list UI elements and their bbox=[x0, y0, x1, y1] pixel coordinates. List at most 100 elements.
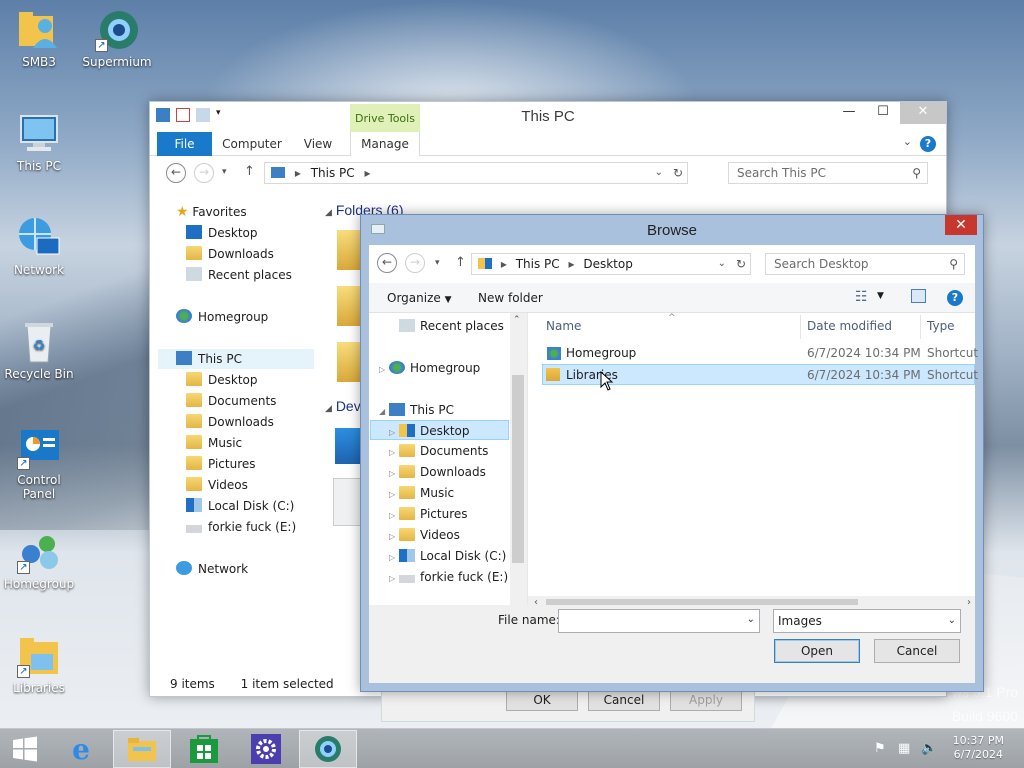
taskbar-supermium[interactable] bbox=[299, 730, 357, 768]
tree-desktop[interactable]: ▷ Desktop bbox=[370, 420, 509, 440]
group-devices[interactable]: ◢ Dev bbox=[325, 398, 361, 414]
desktop-icon-libraries[interactable]: ↗ Libraries bbox=[1, 634, 77, 695]
tab-manage[interactable]: Manage bbox=[350, 132, 420, 156]
cancel-button[interactable]: Cancel bbox=[874, 639, 960, 663]
forward-button[interactable]: → bbox=[405, 253, 425, 273]
tree-this-pc[interactable]: ◢ This PC bbox=[379, 400, 454, 420]
tab-file[interactable]: File bbox=[157, 132, 212, 156]
nav-fav-recent[interactable]: Recent places bbox=[186, 265, 292, 285]
ok-button[interactable]: OK bbox=[506, 689, 578, 711]
search-input[interactable]: Search Desktop ⚲ bbox=[765, 253, 965, 275]
help-icon[interactable]: ? bbox=[947, 290, 963, 306]
tree-documents[interactable]: ▷ Documents bbox=[389, 441, 488, 461]
maximize-button[interactable]: ☐ bbox=[866, 102, 900, 124]
close-button[interactable]: ✕ bbox=[900, 102, 946, 124]
close-button[interactable]: ✕ bbox=[945, 215, 977, 235]
breadcrumb-this-pc[interactable]: This PC bbox=[516, 257, 560, 271]
column-type[interactable]: Type bbox=[927, 319, 955, 333]
nav-network[interactable]: Network bbox=[176, 559, 248, 579]
up-button[interactable]: ↑ bbox=[455, 255, 466, 270]
file-row-homegroup[interactable]: Homegroup 6/7/2024 10:34 PM Shortcut bbox=[544, 343, 978, 364]
nav-pc-local-disk[interactable]: Local Disk (C:) bbox=[186, 496, 294, 516]
column-name[interactable]: Name bbox=[546, 319, 581, 333]
tab-computer[interactable]: Computer bbox=[218, 132, 286, 156]
tree-music[interactable]: ▷ Music bbox=[389, 483, 454, 503]
nav-homegroup[interactable]: Homegroup bbox=[176, 307, 268, 327]
nav-this-pc[interactable]: This PC bbox=[158, 349, 314, 369]
windows-drive-tile[interactable] bbox=[335, 428, 363, 464]
desktop-icon-smb3[interactable]: SMB3 bbox=[1, 8, 77, 69]
desktop-icon-network[interactable]: Network bbox=[1, 216, 77, 277]
scroll-thumb[interactable] bbox=[512, 375, 524, 563]
refresh-icon[interactable]: ↻ bbox=[673, 163, 683, 183]
apply-button[interactable]: Apply bbox=[670, 689, 742, 711]
network-tray-icon[interactable]: ▦ bbox=[898, 741, 910, 756]
desktop-icon-homegroup[interactable]: ↗ Homegroup bbox=[1, 530, 77, 591]
tree-recent-places[interactable]: Recent places bbox=[399, 316, 504, 336]
tree-videos[interactable]: ▷ Videos bbox=[389, 525, 460, 545]
minimize-button[interactable]: — bbox=[832, 102, 866, 124]
browse-titlebar[interactable]: Browse ✕ bbox=[361, 215, 983, 245]
search-input[interactable]: Search This PC ⚲ bbox=[728, 162, 928, 184]
column-date-modified[interactable]: Date modified bbox=[807, 319, 892, 333]
volume-muted-icon[interactable]: 🔈 bbox=[921, 741, 937, 756]
nav-fav-desktop[interactable]: Desktop bbox=[186, 223, 258, 243]
nav-pc-removable[interactable]: forkie fuck (E:) bbox=[186, 517, 296, 537]
address-dropdown-icon[interactable]: ⌄ bbox=[718, 254, 726, 274]
tree-scrollbar[interactable]: ⌃ ⌄ bbox=[510, 313, 526, 613]
nav-pc-documents[interactable]: Documents bbox=[186, 391, 276, 411]
open-button[interactable]: Open bbox=[774, 639, 860, 663]
forward-button[interactable]: → bbox=[194, 163, 214, 183]
column-divider[interactable] bbox=[920, 315, 921, 339]
taskbar-store[interactable] bbox=[175, 730, 233, 768]
desktop-icon-this-pc[interactable]: This PC bbox=[1, 112, 77, 173]
nav-pc-downloads[interactable]: Downloads bbox=[186, 412, 274, 432]
file-type-select[interactable]: Images ⌄ bbox=[773, 609, 961, 633]
desktop-icon-recycle-bin[interactable]: ♻ Recycle Bin bbox=[1, 320, 77, 381]
nav-pc-desktop[interactable]: Desktop bbox=[186, 370, 258, 390]
organize-button[interactable]: Organize ▼ bbox=[387, 291, 452, 305]
tree-local-disk[interactable]: ▷ Local Disk (C:) bbox=[389, 546, 506, 566]
cancel-button[interactable]: Cancel bbox=[588, 689, 660, 711]
address-bar[interactable]: ▸ This PC ▸ Desktop ⌄ ↻ bbox=[471, 253, 751, 275]
address-bar[interactable]: ▸ This PC ▸ ⌄ ↻ bbox=[264, 162, 688, 184]
breadcrumb-this-pc[interactable]: This PC bbox=[311, 166, 355, 180]
scroll-up-icon[interactable]: ⌃ bbox=[513, 315, 521, 325]
recent-locations-icon[interactable]: ▾ bbox=[222, 167, 227, 177]
taskbar-internet-explorer[interactable]: e bbox=[52, 730, 110, 768]
refresh-icon[interactable]: ↻ bbox=[736, 254, 746, 274]
removable-drive-tile[interactable] bbox=[333, 478, 363, 526]
column-divider[interactable] bbox=[800, 315, 801, 339]
desktop-icon-control-panel[interactable]: ↗ Control Panel bbox=[1, 426, 77, 501]
taskbar-settings[interactable] bbox=[237, 730, 295, 768]
recent-locations-icon[interactable]: ▾ bbox=[435, 258, 440, 268]
nav-favorites[interactable]: ★ Favorites bbox=[176, 202, 247, 222]
nav-pc-videos[interactable]: Videos bbox=[186, 475, 248, 495]
tree-pictures[interactable]: ▷ Pictures bbox=[389, 504, 468, 524]
help-icon[interactable]: ? bbox=[920, 136, 936, 152]
new-folder-button[interactable]: New folder bbox=[478, 291, 543, 305]
desktop-icon-supermium[interactable]: ↗ Supermium bbox=[79, 8, 155, 69]
nav-pc-music[interactable]: Music bbox=[186, 433, 242, 453]
back-button[interactable]: ← bbox=[377, 253, 397, 273]
tree-homegroup[interactable]: ▷ Homegroup bbox=[379, 358, 480, 378]
tree-removable[interactable]: ▷ forkie fuck (E:) bbox=[389, 567, 508, 587]
address-dropdown-icon[interactable]: ⌄ bbox=[655, 163, 663, 183]
chevron-down-icon[interactable]: ⌄ bbox=[747, 614, 755, 625]
tree-downloads[interactable]: ▷ Downloads bbox=[389, 462, 486, 482]
view-options-icon[interactable]: ☷ bbox=[855, 289, 868, 305]
start-button[interactable] bbox=[0, 730, 50, 768]
explorer-titlebar[interactable]: ▾ Drive Tools This PC — ☐ ✕ bbox=[150, 102, 946, 132]
up-button[interactable]: ↑ bbox=[244, 164, 255, 179]
action-center-flag-icon[interactable]: ⚑ bbox=[874, 741, 886, 756]
taskbar-file-explorer[interactable] bbox=[113, 730, 171, 768]
tab-view[interactable]: View bbox=[294, 132, 342, 156]
ribbon-expand-icon[interactable]: ⌄ bbox=[903, 135, 912, 148]
back-button[interactable]: ← bbox=[166, 163, 186, 183]
preview-pane-icon[interactable] bbox=[911, 289, 926, 303]
view-dropdown-icon[interactable]: ▼ bbox=[877, 291, 884, 301]
system-clock[interactable]: 10:37 PM 6/7/2024 bbox=[953, 734, 1004, 762]
nav-fav-downloads[interactable]: Downloads bbox=[186, 244, 274, 264]
file-name-input[interactable]: ⌄ bbox=[558, 609, 760, 633]
breadcrumb-desktop[interactable]: Desktop bbox=[583, 257, 633, 271]
